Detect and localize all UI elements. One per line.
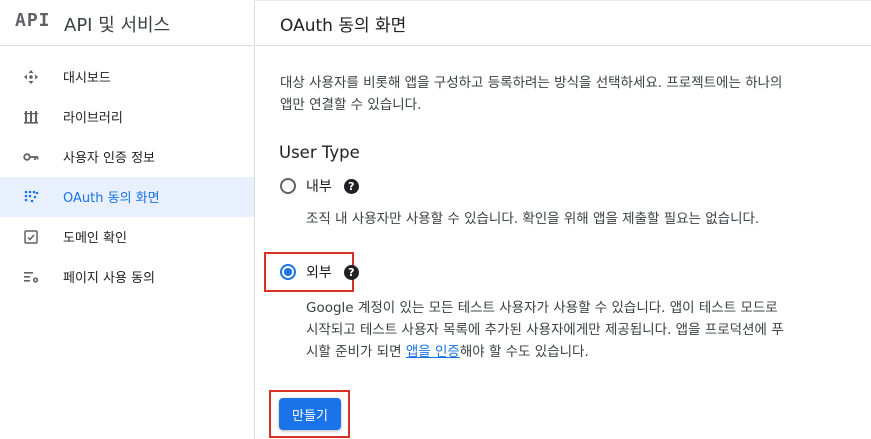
internal-label: 내부 xyxy=(306,179,332,195)
verify-app-link[interactable]: 앱을 인증 xyxy=(406,344,460,360)
external-option[interactable]: 외부 ? xyxy=(280,262,359,282)
external-description: Google 계정이 있는 모든 테스트 사용자가 사용할 수 있습니다. 앱이… xyxy=(306,297,786,363)
external-label: 외부 xyxy=(306,265,332,281)
consent-icon xyxy=(22,188,40,206)
page-title: OAuth 동의 화면 xyxy=(280,16,407,36)
brand-title: API 및 서비스 xyxy=(64,15,171,36)
external-radio[interactable] xyxy=(280,264,296,280)
brand-header: API API 및 서비스 xyxy=(0,0,255,46)
internal-description: 조직 내 사용자만 사용할 수 있습니다. 확인을 위해 앱을 제출할 필요는 … xyxy=(306,211,760,227)
sidebar-item-label: OAuth 동의 화면 xyxy=(63,191,160,206)
sidebar: API API 및 서비스 대시보드 라이브러리 사용자 인증 정보 OAuth… xyxy=(0,0,255,439)
sidebar-item-label: 대시보드 xyxy=(63,71,111,86)
help-icon[interactable]: ? xyxy=(343,264,359,280)
settings-list-icon xyxy=(22,268,40,286)
sidebar-item-domain-verification[interactable]: 도메인 확인 xyxy=(0,217,254,257)
sidebar-item-page-usage-consent[interactable]: 페이지 사용 동의 xyxy=(0,257,254,297)
sidebar-item-oauth-consent[interactable]: OAuth 동의 화면 xyxy=(0,177,254,217)
create-button[interactable]: 만들기 xyxy=(279,398,341,430)
help-icon[interactable]: ? xyxy=(343,178,359,194)
sidebar-item-credentials[interactable]: 사용자 인증 정보 xyxy=(0,137,254,177)
dashboard-icon xyxy=(22,68,40,86)
sidebar-item-label: 사용자 인증 정보 xyxy=(63,151,155,166)
sidebar-item-label: 라이브러리 xyxy=(63,111,123,126)
api-logo: API xyxy=(15,10,51,31)
sidebar-item-library[interactable]: 라이브러리 xyxy=(0,97,254,137)
key-icon xyxy=(22,148,40,166)
internal-option[interactable]: 내부 ? xyxy=(280,176,359,196)
sidebar-item-label: 페이지 사용 동의 xyxy=(63,271,155,286)
sidebar-item-dashboard[interactable]: 대시보드 xyxy=(0,57,254,97)
domain-check-icon xyxy=(22,228,40,246)
sidebar-nav: 대시보드 라이브러리 사용자 인증 정보 OAuth 동의 화면 도메인 확인 … xyxy=(0,57,254,297)
sidebar-item-label: 도메인 확인 xyxy=(63,231,127,246)
internal-radio[interactable] xyxy=(280,178,296,194)
main-content: OAuth 동의 화면 대상 사용자를 비롯해 앱을 구성하고 등록하려는 방식… xyxy=(256,0,871,439)
main-header: OAuth 동의 화면 xyxy=(256,0,871,46)
external-description-tail: 해야 할 수도 있습니다. xyxy=(459,344,589,360)
user-type-heading: User Type xyxy=(279,143,360,162)
page-description: 대상 사용자를 비롯해 앱을 구성하고 등록하려는 방식을 선택하세요. 프로젝… xyxy=(280,75,783,113)
library-icon xyxy=(22,108,40,126)
